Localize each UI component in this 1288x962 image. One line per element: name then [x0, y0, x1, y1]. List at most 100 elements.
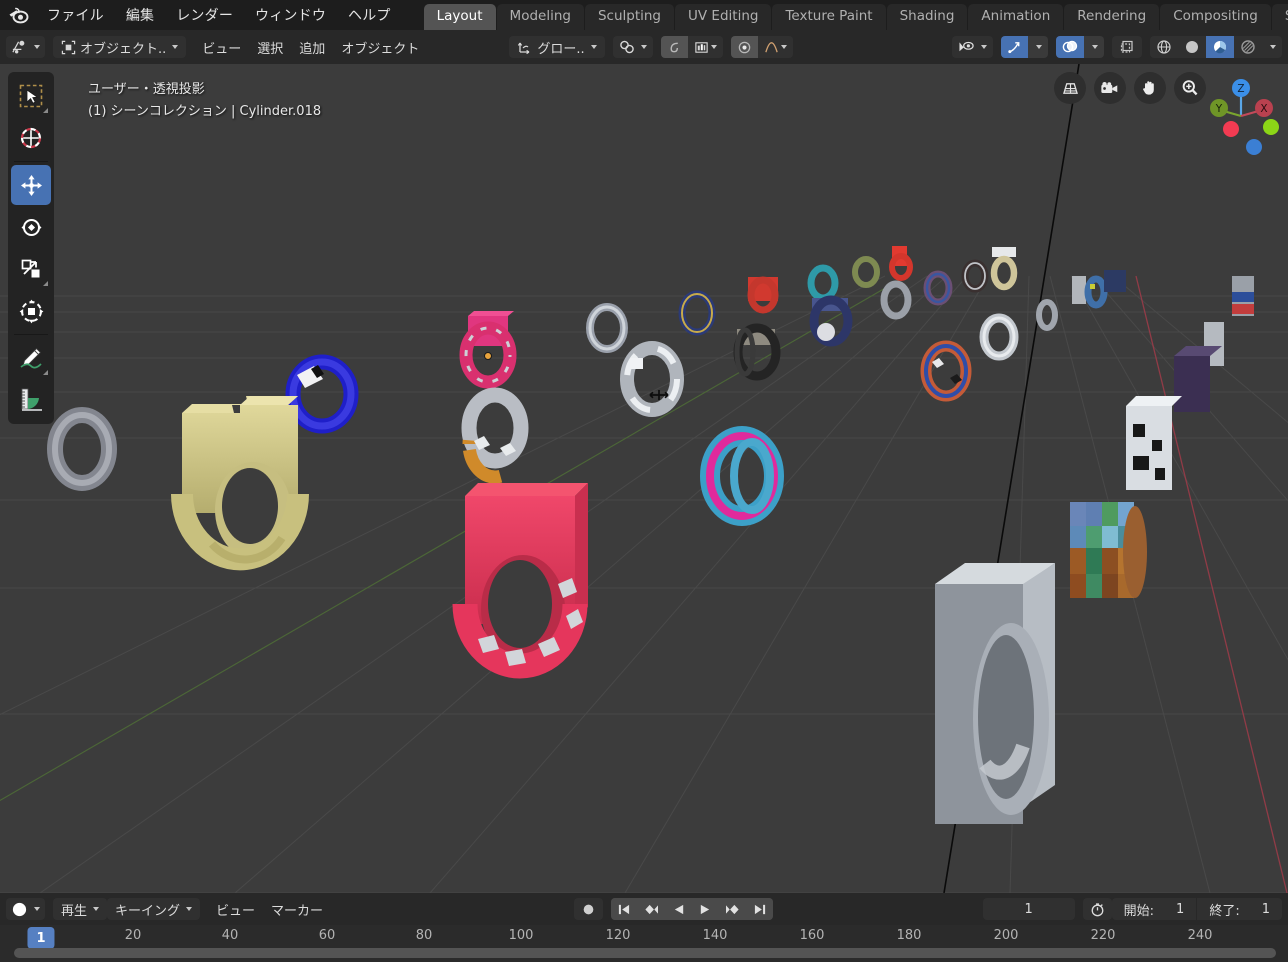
timeline-horizontal-scrollbar[interactable] [14, 948, 1276, 958]
menu-edit[interactable]: 編集 [115, 2, 165, 28]
play-button[interactable] [692, 898, 718, 920]
viewport-menu-object[interactable]: オブジェクト [333, 36, 427, 58]
ring-minecraft-tex [1070, 502, 1147, 598]
shading-wireframe-icon [1156, 39, 1172, 55]
ring-pixel-blue [1088, 279, 1104, 305]
tab-texture-paint[interactable]: Texture Paint [772, 4, 885, 30]
timeline-editor-type-selector[interactable] [6, 898, 45, 920]
menu-render[interactable]: レンダー [165, 2, 244, 28]
use-preview-range-toggle[interactable] [1083, 898, 1112, 920]
menu-window[interactable]: ウィンドウ [244, 2, 337, 28]
orientation-icon [517, 39, 533, 55]
xray-toggle[interactable] [1112, 36, 1142, 58]
toggle-orthographic-grid-icon[interactable] [1054, 72, 1086, 104]
timeline-menu-playback-label: 再生 [61, 900, 87, 919]
ring-red-crimson-box [465, 483, 588, 666]
snap-settings-button[interactable] [613, 36, 653, 58]
menu-file[interactable]: ファイル [36, 2, 115, 28]
tool-measure[interactable] [11, 380, 51, 420]
viewport-menu-view[interactable]: ビュー [194, 36, 249, 58]
ring-cream-top [992, 247, 1016, 287]
mode-selector[interactable]: オブジェクト.. [53, 36, 186, 58]
pivot-group [731, 36, 793, 58]
shading-rendered-icon [1240, 39, 1256, 55]
blender-logo-icon[interactable] [6, 3, 30, 27]
jump-to-start-button[interactable] [611, 898, 637, 920]
timeline-header: 再生 キーイング ビュー マーカー [0, 893, 1288, 925]
tool-scale[interactable] [11, 249, 51, 289]
tab-uv-editing[interactable]: UV Editing [675, 4, 771, 30]
auto-keying-toggle[interactable] [574, 898, 603, 920]
current-frame-field[interactable]: 1 [983, 898, 1075, 920]
gizmo-group [1001, 36, 1048, 58]
shading-solid-button[interactable] [1178, 36, 1206, 58]
timeline-menu-playback[interactable]: 再生 [53, 898, 107, 920]
tab-sculpting[interactable]: Sculpting [585, 4, 674, 30]
tab-animation[interactable]: Animation [968, 4, 1063, 30]
frame-end-field[interactable]: 終了: 1 [1197, 898, 1282, 920]
tab-rendering[interactable]: Rendering [1064, 4, 1159, 30]
snap-magnet-icon [619, 39, 635, 55]
proportional-edit-toggle[interactable] [661, 36, 688, 58]
viewport-menu-add[interactable]: 追加 [291, 36, 333, 58]
shading-material-preview-button[interactable] [1206, 36, 1234, 58]
play-icon [698, 903, 712, 916]
pivot-point-selector[interactable] [731, 36, 758, 58]
chevron-down-icon [1036, 45, 1042, 49]
gizmo-icon [1007, 40, 1022, 55]
falloff-curve-selector[interactable] [758, 36, 793, 58]
tool-move[interactable] [11, 165, 51, 205]
object-visibility-button[interactable] [952, 36, 993, 58]
jump-to-end-button[interactable] [747, 898, 773, 920]
tab-shading[interactable]: Shading [887, 4, 968, 30]
overlays-dropdown[interactable] [1084, 36, 1104, 58]
chevron-down-icon [711, 45, 717, 49]
viewport-menu-select[interactable]: 選択 [249, 36, 291, 58]
shading-solid-icon [1184, 39, 1200, 55]
tab-layout[interactable]: Layout [424, 4, 496, 30]
shading-dropdown[interactable] [1262, 36, 1282, 58]
ruler-tick: 20 [125, 928, 142, 943]
camera-view-icon[interactable] [1094, 72, 1126, 104]
tool-3d-cursor[interactable] [11, 118, 51, 158]
hand-pan-icon[interactable] [1134, 72, 1166, 104]
tool-annotate[interactable] [11, 338, 51, 378]
gizmo-dropdown[interactable] [1028, 36, 1048, 58]
timeline-playhead[interactable]: 1 [27, 927, 54, 949]
next-keyframe-button[interactable] [718, 898, 747, 920]
tool-submenu-corner-icon [43, 370, 48, 375]
3d-viewport[interactable]: ユーザー・透視投影 (1) シーンコレクション | Cylinder.018 [0, 64, 1288, 893]
editor-type-selector[interactable] [6, 36, 45, 58]
timeline-menu-keying[interactable]: キーイング [107, 898, 200, 920]
timeline-ruler[interactable]: 20 40 60 80 100 120 140 160 180 200 220 … [0, 925, 1288, 962]
shading-rendered-button[interactable] [1234, 36, 1262, 58]
tab-modeling[interactable]: Modeling [497, 4, 584, 30]
tool-transform[interactable] [11, 291, 51, 331]
frame-start-field[interactable]: 開始: 1 [1112, 898, 1197, 920]
play-reverse-button[interactable] [666, 898, 692, 920]
tab-scripting[interactable]: Scripting [1272, 4, 1288, 30]
tool-rotate[interactable] [11, 207, 51, 247]
tab-compositing[interactable]: Compositing [1160, 4, 1271, 30]
prev-keyframe-button[interactable] [637, 898, 666, 920]
shading-wireframe-button[interactable] [1150, 36, 1178, 58]
transform-orientation-selector[interactable]: グロー.. [509, 36, 604, 58]
svg-text:Y: Y [1215, 103, 1223, 115]
ring-navy-gold [682, 294, 712, 332]
ring-red-signet-far [748, 277, 778, 310]
transport-controls [611, 898, 773, 920]
proportional-falloff-selector[interactable] [688, 36, 723, 58]
timeline-menu-marker[interactable]: マーカー [263, 898, 331, 920]
tool-select-box[interactable] [11, 76, 51, 116]
stopwatch-icon [1090, 902, 1105, 917]
xray-toggle-icon [1119, 39, 1135, 55]
workspace-tabs: Layout Modeling Sculpting UV Editing Tex… [424, 0, 1288, 30]
overlays-toggle[interactable] [1056, 36, 1084, 58]
chevron-down-icon [781, 45, 787, 49]
axis-navigation-gizmo[interactable]: Z X Y [1202, 74, 1280, 160]
tool-shelf [8, 72, 54, 424]
timeline-menu-view[interactable]: ビュー [208, 898, 263, 920]
gizmo-toggle[interactable] [1001, 36, 1028, 58]
menu-help[interactable]: ヘルプ [337, 2, 402, 28]
chevron-down-icon [93, 907, 99, 911]
